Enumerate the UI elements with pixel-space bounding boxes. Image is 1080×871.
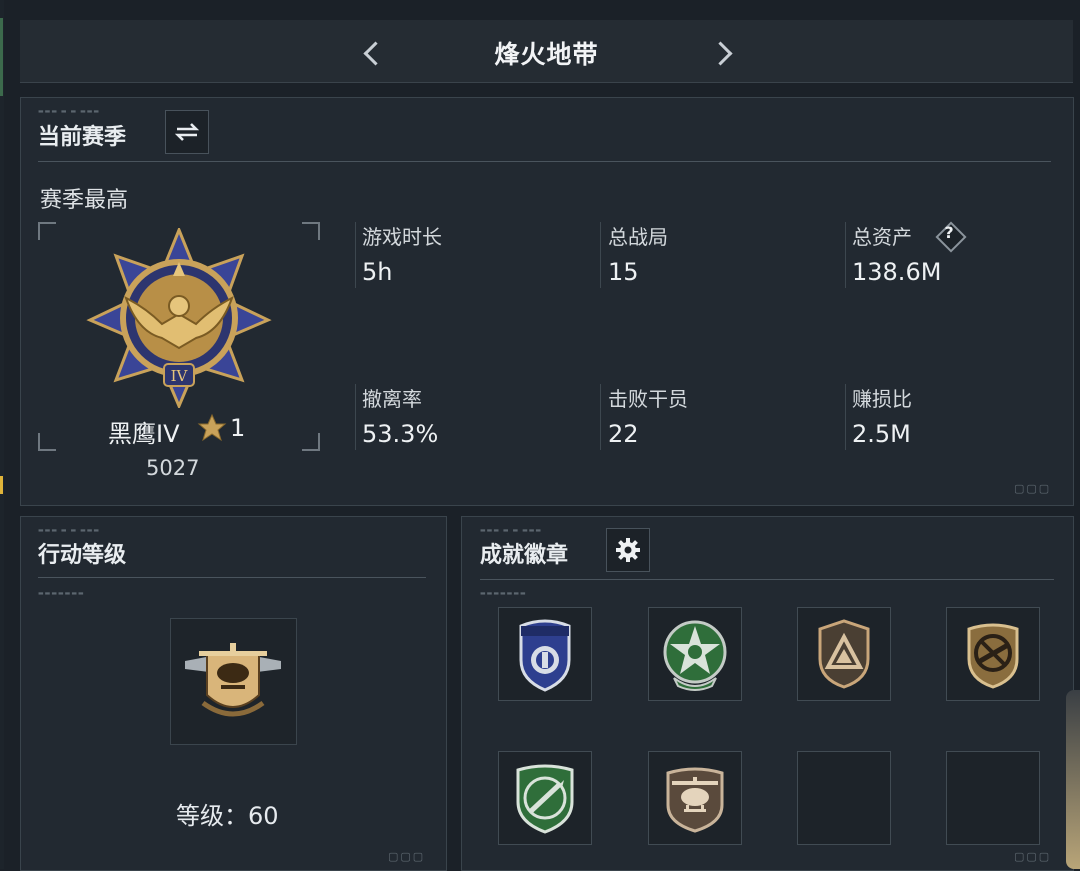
achievement-badge-slot[interactable] <box>946 607 1040 701</box>
achievement-badge-slot-empty[interactable] <box>946 751 1040 845</box>
green-star-badge-icon <box>663 620 727 691</box>
stat-value-operators-killed: 22 <box>608 420 639 448</box>
panel-decor-dots: ▢▢▢ <box>1014 482 1052 495</box>
season-divider <box>38 161 1051 162</box>
helicopter-level-badge-icon <box>185 643 281 717</box>
helicopter-shield-badge-icon <box>666 767 724 833</box>
season-switch-button[interactable] <box>165 110 209 154</box>
stat-divider <box>355 222 356 288</box>
panel-decor-text: ▬▬▬ ▬ ▬ ▬▬▬ <box>38 527 101 534</box>
stat-label-total-assets: 总资产 <box>852 225 912 249</box>
blue-shield-badge-icon <box>519 619 571 692</box>
frame-corner <box>302 222 320 240</box>
achievement-badge-slot[interactable] <box>498 607 592 701</box>
achievement-badge-slot[interactable] <box>498 751 592 845</box>
season-best-label: 赛季最高 <box>40 188 129 213</box>
stat-value-play-time: 5h <box>362 258 393 286</box>
action-level-text: 等级：60 <box>176 802 279 830</box>
rank-name: 黑鹰IV <box>108 420 180 448</box>
stat-value-total-matches: 15 <box>608 258 639 286</box>
rank-star-icon <box>197 413 227 442</box>
achievement-badge-slot-empty[interactable] <box>797 751 891 845</box>
panel-decor-text: ▬▬▬▬▬▬▬ <box>480 590 527 597</box>
achievement-badge-slot[interactable] <box>797 607 891 701</box>
frame-corner <box>38 222 56 240</box>
help-button[interactable]: ? <box>934 220 967 253</box>
panel-decor-text: ▬▬▬ ▬ ▬ ▬▬▬ <box>480 527 543 534</box>
svg-text:IV: IV <box>171 367 189 385</box>
stat-label-play-time: 游戏时长 <box>362 225 442 249</box>
achievements-title: 成就徽章 <box>480 543 569 568</box>
panel-decor-text: ▬▬▬▬▬▬▬ <box>38 590 85 597</box>
stat-label-total-matches: 总战局 <box>608 225 668 249</box>
action-level-title: 行动等级 <box>38 543 127 568</box>
mode-title: 烽火地带 <box>494 40 599 69</box>
stat-divider <box>355 384 356 450</box>
frame-corner <box>302 433 320 451</box>
achievements-divider <box>480 579 1054 580</box>
action-level-icon-frame <box>170 618 297 745</box>
help-icon: ? <box>944 223 954 242</box>
no-rifle-shield-badge-icon <box>967 623 1019 689</box>
gear-icon <box>616 538 640 562</box>
stat-label-profit-ratio: 赚损比 <box>852 387 912 411</box>
background-object-fragment <box>1066 690 1080 869</box>
achievement-badge-slot[interactable] <box>648 751 742 845</box>
panel-decor-text: ▬▬▬ ▬ ▬ ▬▬▬ <box>38 108 101 115</box>
left-edge-strip <box>0 0 4 869</box>
achievements-settings-button[interactable] <box>606 528 650 572</box>
black-eagle-rank-medal-icon: IV <box>86 228 272 408</box>
stat-divider <box>600 384 601 450</box>
frame-corner <box>38 433 56 451</box>
panel-decor-dots: ▢▢▢ <box>388 850 426 863</box>
stat-value-profit-ratio: 2.5M <box>852 420 911 448</box>
swap-arrows-icon <box>174 123 200 141</box>
season-title: 当前赛季 <box>38 125 127 150</box>
stat-label-extract-rate: 撤离率 <box>362 387 422 411</box>
stat-value-total-assets: 138.6M <box>852 258 942 286</box>
left-edge-active-marker <box>0 476 3 494</box>
triangle-shield-badge-icon <box>818 619 870 689</box>
action-level-divider <box>38 577 426 578</box>
achievement-badge-slot[interactable] <box>648 607 742 701</box>
rank-points: 5027 <box>146 456 200 480</box>
rank-star-count: 1 <box>230 414 246 442</box>
stat-divider <box>845 384 846 450</box>
stat-value-extract-rate: 53.3% <box>362 420 439 448</box>
green-missile-badge-icon <box>516 764 574 834</box>
panel-decor-dots: ▢▢▢ <box>1014 850 1052 863</box>
stat-label-operators-killed: 击败干员 <box>608 387 688 411</box>
stat-divider <box>845 222 846 288</box>
stat-divider <box>600 222 601 288</box>
